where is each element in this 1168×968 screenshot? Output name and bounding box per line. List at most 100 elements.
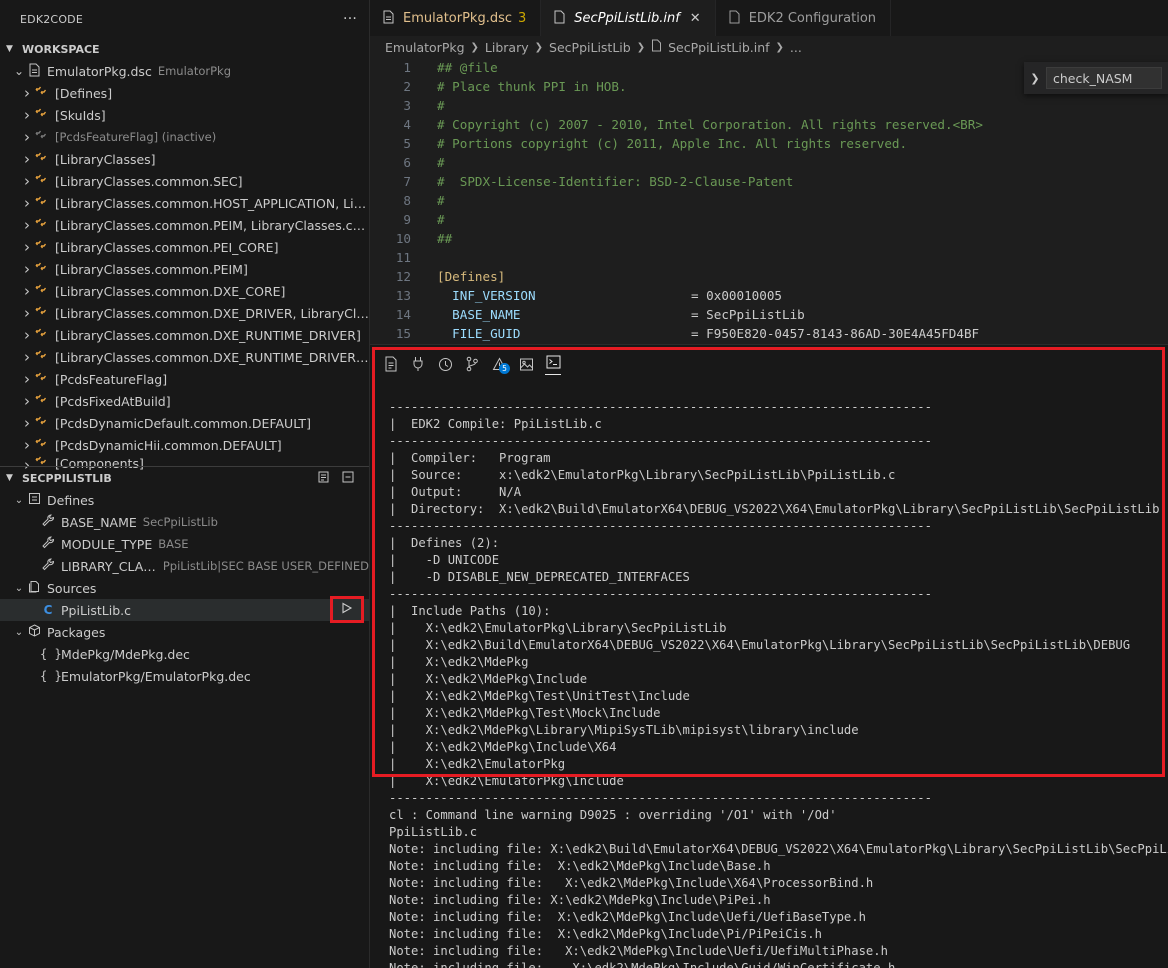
packages-group[interactable]: ⌄ Packages [0, 621, 369, 643]
source-control-icon[interactable] [464, 355, 480, 373]
wrench-icon [40, 536, 56, 552]
breadcrumb-item[interactable]: EmulatorPkg [385, 40, 465, 55]
workspace-section-item[interactable]: › [SkuIds] [0, 104, 369, 126]
output-icon[interactable] [383, 355, 399, 373]
workspace-section-item[interactable]: › [LibraryClasses.common.DXE_RUNTIME_DRIV… [0, 324, 369, 346]
find-input[interactable]: check_NASM [1046, 67, 1162, 89]
workspace-section-item[interactable]: › [PcdsFixedAtBuild] [0, 390, 369, 412]
chevron-right-icon: › [24, 304, 30, 322]
problems-count-badge: 5 [499, 363, 510, 374]
settings-section-icon [34, 306, 50, 321]
close-icon[interactable]: ✕ [690, 11, 701, 26]
terminal-line: | EDK2 Compile: PpiListLib.c [389, 417, 602, 431]
chevron-right-icon: ❯ [534, 41, 544, 53]
chevron-right-icon: ❯ [775, 41, 784, 53]
code-text: # Portions copyright (c) 2011, Apple Inc… [437, 136, 908, 151]
find-widget: ❯ check_NASM [1024, 62, 1168, 94]
tab-edk2-configuration[interactable]: EDK2 Configuration [715, 0, 892, 36]
code-line: 9 # [370, 210, 1168, 229]
tab-secppilistlib-inf[interactable]: SecPpiListLib.inf ✕ [541, 0, 716, 36]
code-text: # [437, 193, 445, 208]
more-actions-button[interactable]: ··· [343, 11, 357, 27]
breadcrumb-item[interactable]: Library [485, 40, 529, 55]
breadcrumb-item[interactable]: ... [790, 40, 802, 55]
line-number: 8 [403, 193, 411, 208]
tree-item-label: [LibraryClasses.common.PEIM] [55, 261, 248, 277]
file-icon [728, 10, 741, 27]
terminal-icon[interactable] [545, 353, 561, 375]
collapse-all-icon[interactable] [341, 470, 355, 487]
workspace-section-item[interactable]: › [LibraryClasses.common.PEIM] [0, 258, 369, 280]
sources-group[interactable]: ⌄ Sources [0, 577, 369, 599]
plug-icon[interactable] [410, 355, 426, 373]
settings-section-icon [34, 240, 50, 255]
terminal-line: Note: including file: X:\edk2\MdePkg\Inc… [389, 927, 822, 941]
define-item[interactable]: BASE_NAME SecPpiListLib [0, 511, 369, 533]
workspace-section-item[interactable]: › [LibraryClasses.common.DXE_CORE] [0, 280, 369, 302]
workspace-section-item[interactable]: › [LibraryClasses.common.SEC] [0, 170, 369, 192]
workspace-section-item[interactable]: › [LibraryClasses] [0, 148, 369, 170]
workspace-section-item[interactable]: › [PcdsDynamicHii.common.DEFAULT] [0, 434, 369, 456]
workspace-section-item[interactable]: › [LibraryClasses.common.PEIM, LibraryCla… [0, 214, 369, 236]
workspace-dsc-file[interactable]: ⌄ EmulatorPkg.dsc EmulatorPkg [0, 60, 369, 82]
image-icon[interactable] [518, 355, 534, 373]
workspace-section-header[interactable]: ▼ WORKSPACE [0, 38, 369, 60]
terminal-line: | X:\edk2\Build\EmulatorX64\DEBUG_VS2022… [389, 638, 1131, 652]
code-line: 13 INF_VERSION = 0x00010005 [370, 286, 1168, 305]
code-line: 3 # [370, 96, 1168, 115]
chevron-down-icon: ⌄ [14, 626, 24, 638]
tree-item-label: [LibraryClasses.common.HOST_APPLICATION,… [55, 195, 369, 211]
workspace-section-item[interactable]: › [LibraryClasses.common.HOST_APPLICATION… [0, 192, 369, 214]
package-item[interactable]: { } EmulatorPkg/EmulatorPkg.dec [0, 665, 369, 687]
source-file-ppilistlib[interactable]: C PpiListLib.c [0, 599, 369, 621]
chevron-right-icon: › [24, 348, 30, 366]
line-number: 9 [403, 212, 411, 227]
code-line: 14 BASE_NAME = SecPpiListLib [370, 305, 1168, 324]
code-text: # Place thunk PPI in HOB. [437, 79, 627, 94]
chevron-right-icon: › [24, 172, 30, 190]
chevron-down-icon: ⌄ [14, 582, 24, 594]
tab-problem-count: 3 [518, 10, 527, 26]
breadcrumb-item[interactable]: SecPpiListLib.inf [668, 40, 769, 55]
line-number: 5 [403, 136, 411, 151]
tree-item-label: [LibraryClasses.common.DXE_RUNTIME_DRIVE… [55, 327, 361, 343]
terminal-line: | X:\edk2\EmulatorPkg\Include [389, 774, 624, 788]
terminal-line: | Compiler: Program [389, 451, 551, 465]
terminal-line: | Output: N/A [389, 485, 522, 499]
chevron-right-icon: › [24, 238, 30, 256]
chevron-down-icon: ⌄ [14, 494, 24, 506]
collapse-view-icon[interactable] [317, 470, 331, 487]
define-item[interactable]: MODULE_TYPE BASE [0, 533, 369, 555]
problems-warning-icon[interactable]: 5 [491, 355, 510, 374]
code-text: ## @file [437, 60, 498, 75]
history-icon[interactable] [437, 355, 453, 373]
defines-group[interactable]: ⌄ Defines [0, 489, 369, 511]
define-item[interactable]: LIBRARY_CLASS PpiListLib|SEC BASE USER_DE… [0, 555, 369, 577]
workspace-section-item[interactable]: › [LibraryClasses.common.DXE_DRIVER, Libr… [0, 302, 369, 324]
settings-section-icon [34, 86, 50, 101]
workspace-section-item[interactable]: › [LibraryClasses.common.PEI_CORE] [0, 236, 369, 258]
terminal-line: ----------------------------------------… [389, 519, 932, 533]
settings-section-icon [34, 416, 50, 431]
code-editor[interactable]: 1 ## @file 2 # Place thunk PPI in HOB. 3 #4 # … [370, 58, 1168, 344]
workspace-tree: ⌄ EmulatorPkg.dsc EmulatorPkg › [Defines] › [S… [0, 60, 369, 470]
terminal-line: PpiListLib.c [389, 825, 478, 839]
compile-file-button[interactable] [330, 596, 364, 623]
tab-emulatorpkg-dsc[interactable]: EmulatorPkg.dsc 3 [370, 0, 542, 36]
breadcrumb-item[interactable]: SecPpiListLib [549, 40, 631, 55]
settings-section-icon [34, 438, 50, 453]
terminal-line: | -D DISABLE_NEW_DEPRECATED_INTERFACES [389, 570, 690, 584]
file-icon [553, 10, 566, 27]
workspace-section-item[interactable]: › [Defines] [0, 82, 369, 104]
workspace-section-item[interactable]: › [PcdsDynamicDefault.common.DEFAULT] [0, 412, 369, 434]
package-item[interactable]: { } MdePkg/MdePkg.dec [0, 643, 369, 665]
workspace-section-item[interactable]: › [PcdsFeatureFlag] [0, 368, 369, 390]
packages-list: { } MdePkg/MdePkg.dec{ } EmulatorPkg/Emula… [0, 643, 369, 687]
module-section-header[interactable]: ▼ SECPPILISTLIB [0, 467, 369, 489]
chevron-right-icon: › [24, 392, 30, 410]
workspace-section-item[interactable]: › [LibraryClasses.common.DXE_RUNTIME_DRIV… [0, 346, 369, 368]
workspace-section-item[interactable]: › [PcdsFeatureFlag] (inactive) [0, 126, 369, 148]
source-file-label: PpiListLib.c [61, 602, 132, 618]
chevron-right-icon[interactable]: ❯ [1024, 72, 1046, 85]
terminal-output[interactable]: ----------------------------------------… [370, 383, 1168, 968]
